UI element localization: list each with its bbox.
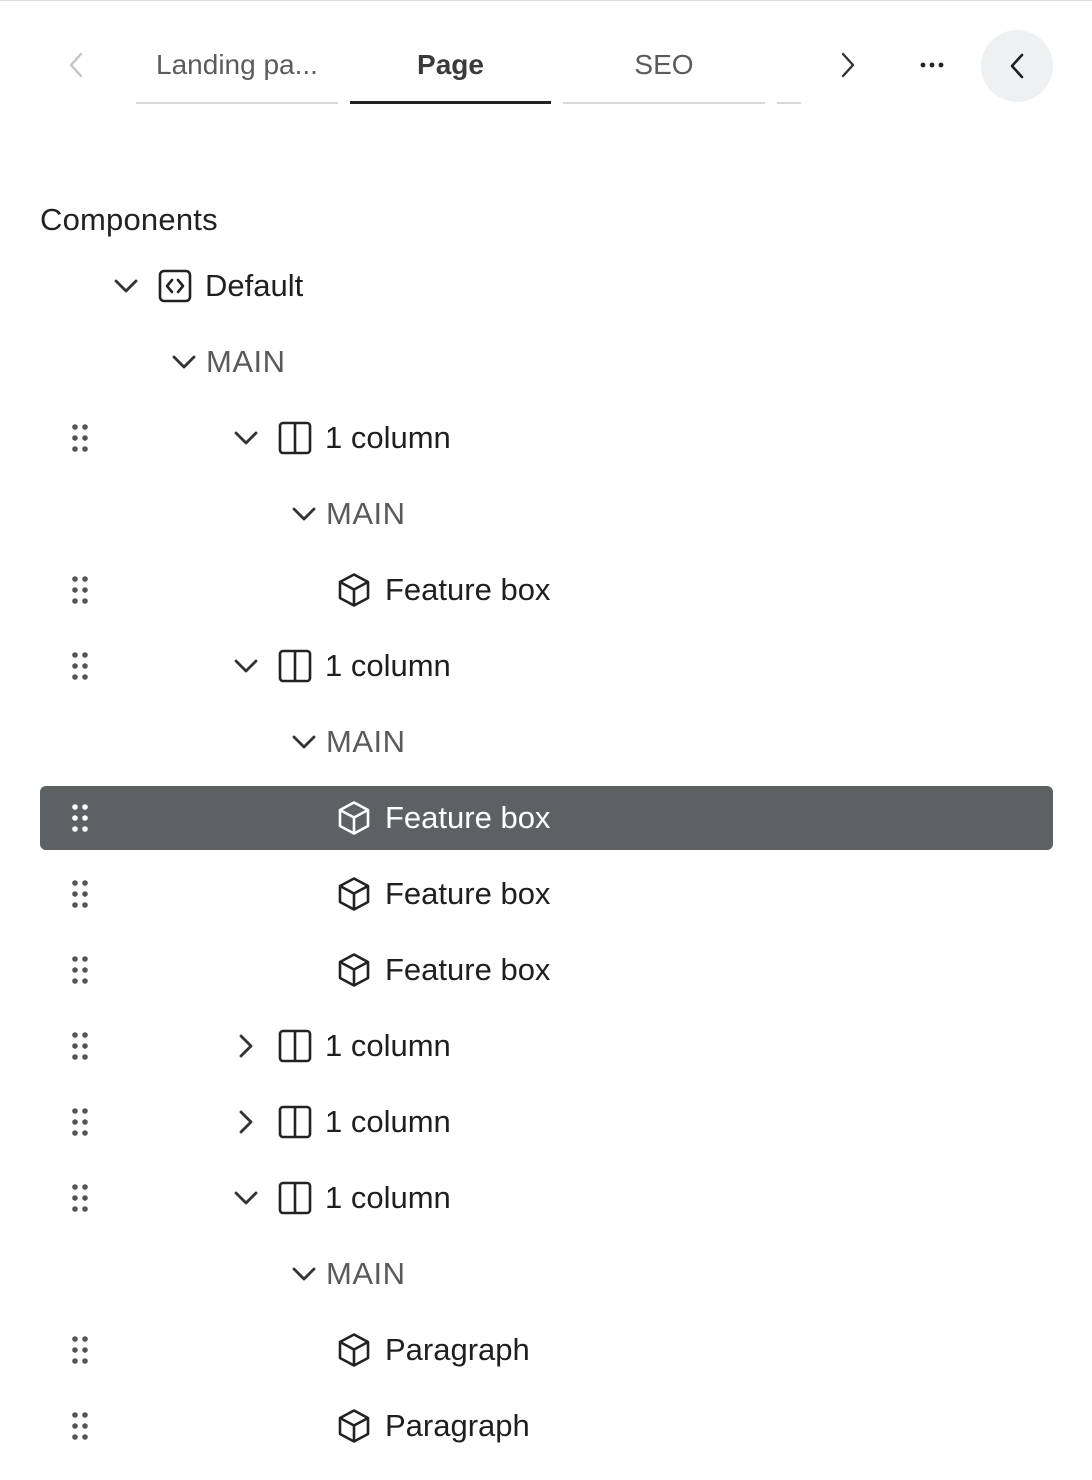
slot-label: MAIN — [206, 344, 286, 379]
tree-node-row[interactable]: Feature box — [40, 786, 1053, 850]
drag-handle-icon[interactable] — [70, 954, 90, 986]
tree-node-row[interactable]: 1 column — [40, 1014, 1053, 1078]
chevron-down-icon[interactable] — [228, 420, 264, 456]
chevron-down-icon[interactable] — [286, 724, 322, 760]
chevron-down-icon[interactable] — [286, 496, 322, 532]
node-label: 1 column — [325, 648, 451, 683]
slot-label: MAIN — [326, 724, 406, 759]
columns-icon — [277, 648, 313, 684]
collapse-panel-button[interactable] — [981, 30, 1053, 102]
tabs-prev-button[interactable] — [56, 45, 96, 85]
tree-node-row[interactable]: Feature box — [40, 558, 1053, 622]
drag-handle-icon[interactable] — [70, 1334, 90, 1366]
node-label: 1 column — [325, 420, 451, 455]
drag-handle-icon[interactable] — [70, 1106, 90, 1138]
tree-node-row[interactable]: Feature box — [40, 938, 1053, 1002]
tree-node-row[interactable]: 1 column — [40, 1090, 1053, 1154]
drag-handle-icon[interactable] — [70, 650, 90, 682]
drag-handle-icon[interactable] — [70, 802, 90, 834]
node-label: Feature box — [385, 952, 551, 987]
drag-handle-icon[interactable] — [70, 1182, 90, 1214]
tree-node-row[interactable]: 1 column — [40, 1166, 1053, 1230]
code-icon — [157, 268, 193, 304]
tree-node-row[interactable]: Default — [40, 254, 1053, 318]
slot-row[interactable]: MAIN — [40, 710, 1053, 774]
chevron-down-icon[interactable] — [108, 268, 144, 304]
chevron-left-icon — [66, 51, 86, 79]
chevron-down-icon[interactable] — [166, 344, 202, 380]
tree-node-row[interactable]: 1 column — [40, 634, 1053, 698]
tree-node-row[interactable]: Paragraph — [40, 1394, 1053, 1458]
chevron-left-icon — [1007, 51, 1027, 81]
slot-row[interactable]: MAIN — [40, 1242, 1053, 1306]
cube-icon — [336, 952, 372, 988]
tabs-next-button[interactable] — [828, 45, 868, 85]
chevron-right-icon — [838, 51, 858, 79]
drag-handle-icon[interactable] — [70, 574, 90, 606]
drag-handle-icon[interactable] — [70, 422, 90, 454]
columns-icon — [277, 1028, 313, 1064]
node-label: Paragraph — [385, 1408, 530, 1443]
node-label: Feature box — [385, 876, 551, 911]
node-label: Default — [205, 268, 304, 303]
cube-icon — [336, 1332, 372, 1368]
node-label: 1 column — [325, 1180, 451, 1215]
node-label: 1 column — [325, 1028, 451, 1063]
node-label: 1 column — [325, 1104, 451, 1139]
cube-icon — [336, 572, 372, 608]
slot-label: MAIN — [326, 1256, 406, 1291]
columns-icon — [277, 420, 313, 456]
drag-handle-icon[interactable] — [70, 1410, 90, 1442]
chevron-down-icon[interactable] — [286, 1256, 322, 1292]
tree-node-row[interactable]: Feature box — [40, 862, 1053, 926]
drag-handle-icon[interactable] — [70, 1030, 90, 1062]
node-label: Feature box — [385, 572, 551, 607]
tab-seo[interactable]: SEO — [563, 28, 765, 104]
ellipsis-icon — [919, 61, 945, 69]
cube-icon — [336, 876, 372, 912]
components-heading: Components — [40, 202, 218, 237]
tab-label: SEO — [634, 49, 694, 80]
chevron-down-icon[interactable] — [228, 648, 264, 684]
cube-icon — [336, 1408, 372, 1444]
columns-icon — [277, 1180, 313, 1216]
top-border — [0, 0, 1092, 1]
node-label: Paragraph — [385, 1332, 530, 1367]
tree-node-row[interactable]: Paragraph — [40, 1318, 1053, 1382]
cube-icon — [336, 800, 372, 836]
node-label: Feature box — [385, 800, 551, 835]
chevron-down-icon[interactable] — [228, 1180, 264, 1216]
drag-handle-icon[interactable] — [70, 878, 90, 910]
columns-icon — [277, 1104, 313, 1140]
tab-overflow-indicator — [777, 102, 801, 104]
slot-label: MAIN — [326, 496, 406, 531]
chevron-right-icon[interactable] — [228, 1028, 264, 1064]
slot-row[interactable]: MAIN — [40, 482, 1053, 546]
tab-label: Page — [417, 48, 484, 80]
chevron-right-icon[interactable] — [228, 1104, 264, 1140]
tree-node-row[interactable]: 1 column — [40, 406, 1053, 470]
tab-page[interactable]: Page — [350, 28, 551, 104]
slot-row[interactable]: MAIN — [40, 330, 1053, 394]
more-options-button[interactable] — [912, 45, 952, 85]
tab-label: Landing pa... — [156, 49, 318, 80]
tab-landing-page[interactable]: Landing pa... — [136, 28, 338, 104]
